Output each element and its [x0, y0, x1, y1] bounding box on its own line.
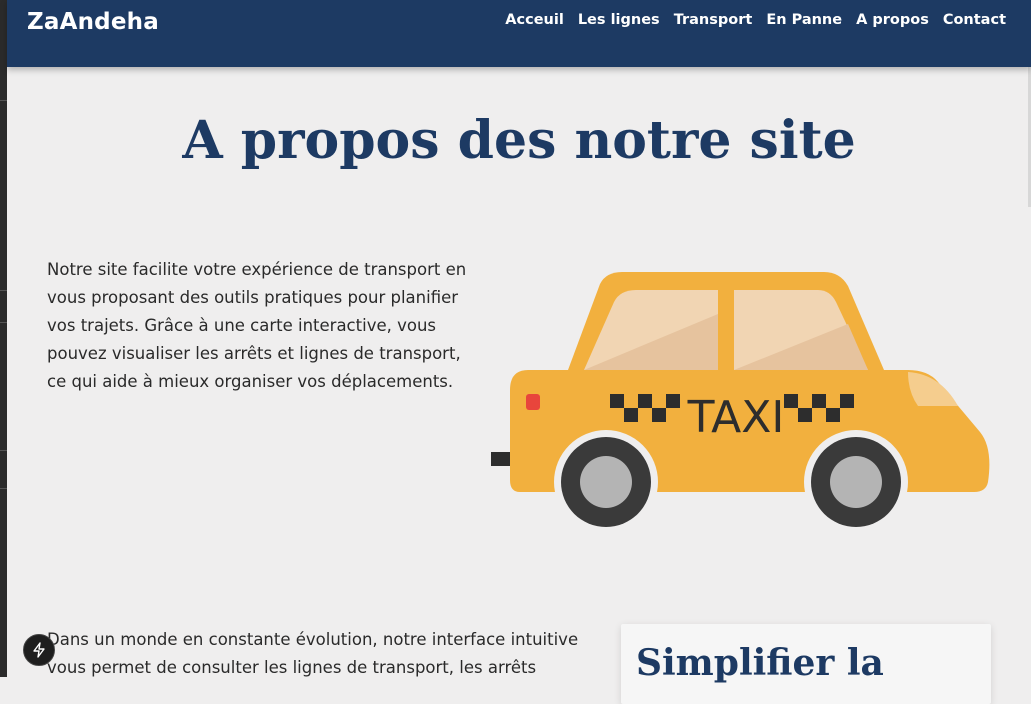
taxi-headlight	[908, 372, 958, 406]
nav-link-les-lignes[interactable]: Les lignes	[578, 12, 660, 28]
nav-link-contact[interactable]: Contact	[943, 12, 1006, 28]
floating-action-button[interactable]	[23, 634, 55, 666]
taxi-illustration: TAXI	[491, 272, 990, 534]
page-title: A propos des notre site	[182, 110, 856, 171]
second-paragraph: Dans un monde en constante évolution, no…	[47, 630, 579, 677]
intro-paragraph: Notre site facilite votre expérience de …	[47, 260, 467, 391]
taxi-rear-wheel	[561, 437, 651, 527]
taxi-front-wheel	[811, 437, 901, 527]
nav-link-acceuil[interactable]: Acceuil	[505, 12, 564, 28]
navbar: ZaAndeha Acceuil Les lignes Transport En…	[7, 0, 1031, 67]
feature-card: Simplifier la	[621, 624, 991, 704]
lightning-icon	[33, 642, 45, 658]
brand-logo[interactable]: ZaAndeha	[27, 9, 159, 35]
taxi-sign-text: TAXI	[687, 392, 785, 443]
taxi-taillight	[526, 394, 540, 410]
nav-menu: Acceuil Les lignes Transport En Panne A …	[505, 12, 1006, 28]
nav-link-transport[interactable]: Transport	[674, 12, 753, 28]
left-window-edge	[0, 0, 7, 677]
nav-link-en-panne[interactable]: En Panne	[766, 12, 842, 28]
card-title: Simplifier la	[636, 642, 884, 684]
nav-link-a-propos[interactable]: A propos	[856, 12, 929, 28]
